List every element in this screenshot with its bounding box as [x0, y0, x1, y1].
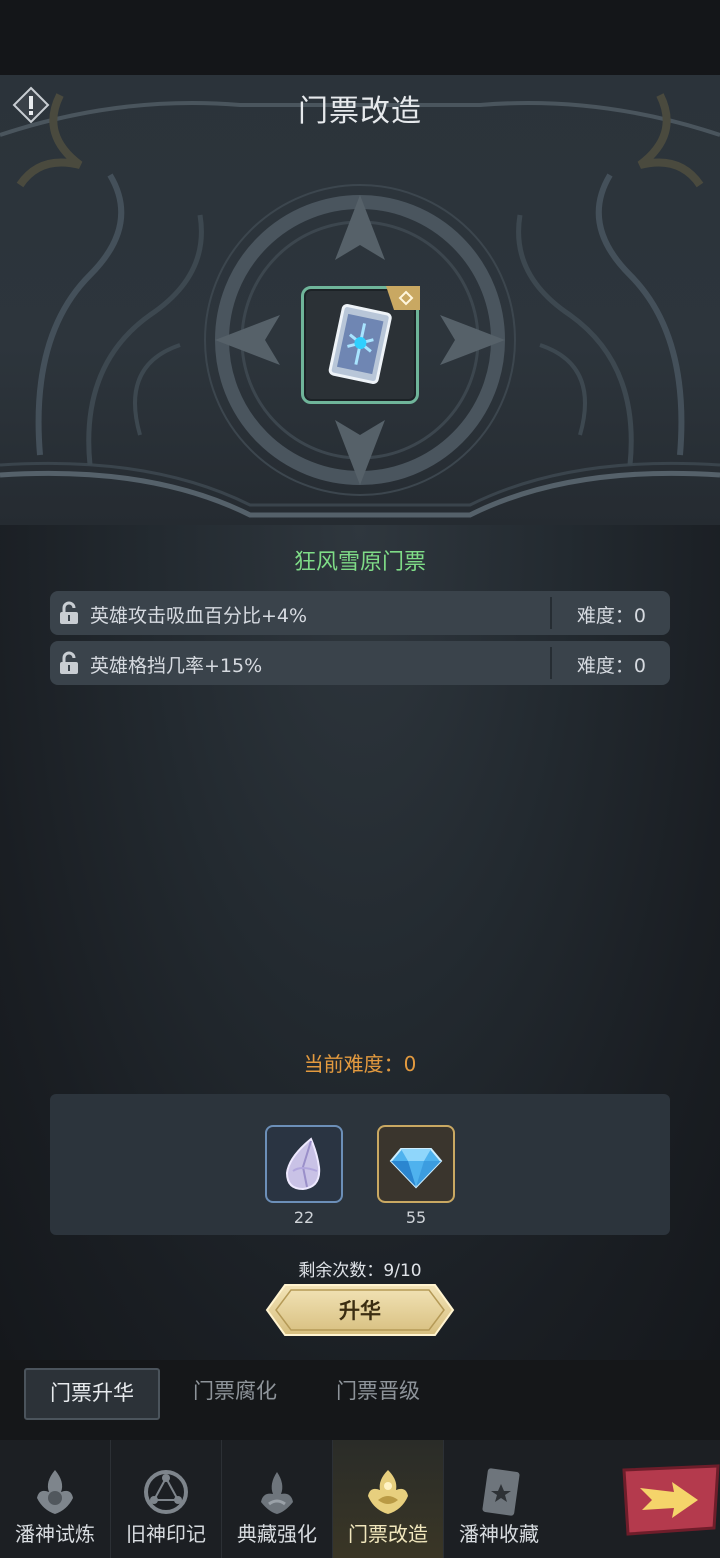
page-title: 门票改造	[298, 94, 422, 129]
attribute-difficulty: 难度：0	[576, 655, 646, 677]
unlock-icon[interactable]	[58, 651, 80, 675]
nav-pan-collection[interactable]: 潘神收藏	[444, 1440, 554, 1558]
remaining-attempts: 剩余次数：9/10	[298, 1261, 422, 1281]
nav-pan-trial[interactable]: 潘神试炼	[0, 1440, 110, 1558]
flame-crest-icon	[37, 1470, 73, 1514]
diamond-gem-slot[interactable]	[377, 1125, 455, 1203]
attribute-difficulty: 难度：0	[576, 605, 646, 627]
nav-label: 潘神试炼	[15, 1522, 95, 1546]
ascend-button[interactable]: 升华	[265, 1283, 455, 1337]
unlock-icon[interactable]	[58, 601, 80, 625]
ticket-name: 狂风雪原门票	[293, 550, 426, 575]
ascend-button-label: 升华	[339, 1299, 381, 1323]
gold-crest-icon	[368, 1470, 408, 1514]
nav-label: 门票改造	[348, 1522, 428, 1546]
nav-label: 典藏强化	[237, 1522, 317, 1546]
nav-label: 潘神收藏	[459, 1522, 539, 1546]
attribute-text: 英雄攻击吸血百分比+4%	[90, 605, 308, 627]
current-difficulty: 当前难度：0	[303, 1052, 417, 1076]
rune-circle-icon	[144, 1470, 188, 1514]
status-bar-area	[0, 0, 720, 75]
tab-ticket-corrupt[interactable]: 门票腐化	[167, 1368, 303, 1420]
tab-ticket-ascend[interactable]: 门票升华	[24, 1368, 160, 1420]
nav-collection-enhance[interactable]: 典藏强化	[222, 1440, 332, 1558]
next-page-button[interactable]	[618, 1464, 720, 1536]
crystal-shard-icon	[285, 1137, 321, 1191]
attribute-row: 英雄格挡几率+15% 难度：0	[50, 641, 670, 685]
divider	[550, 647, 552, 679]
nav-old-god-mark[interactable]: 旧神印记	[111, 1440, 221, 1558]
horn-crest-icon	[261, 1472, 293, 1514]
divider	[550, 597, 552, 629]
nav-label: 旧神印记	[126, 1522, 206, 1546]
star-card-icon	[482, 1468, 520, 1516]
cost-panel	[50, 1094, 670, 1235]
tab-ticket-promote[interactable]: 门票晋级	[310, 1368, 446, 1420]
diamond-gem-count: 55	[405, 1208, 427, 1227]
attribute-text: 英雄格挡几率+15%	[90, 655, 263, 677]
arrow-right-icon	[622, 1464, 720, 1536]
diamond-badge-icon	[386, 286, 420, 310]
crystal-shard-count: 22	[293, 1208, 315, 1227]
nav-ticket-remake[interactable]: 门票改造	[333, 1440, 443, 1558]
attribute-row: 英雄攻击吸血百分比+4% 难度：0	[50, 591, 670, 635]
crystal-shard-slot[interactable]	[265, 1125, 343, 1203]
diamond-gem-icon	[389, 1148, 443, 1189]
